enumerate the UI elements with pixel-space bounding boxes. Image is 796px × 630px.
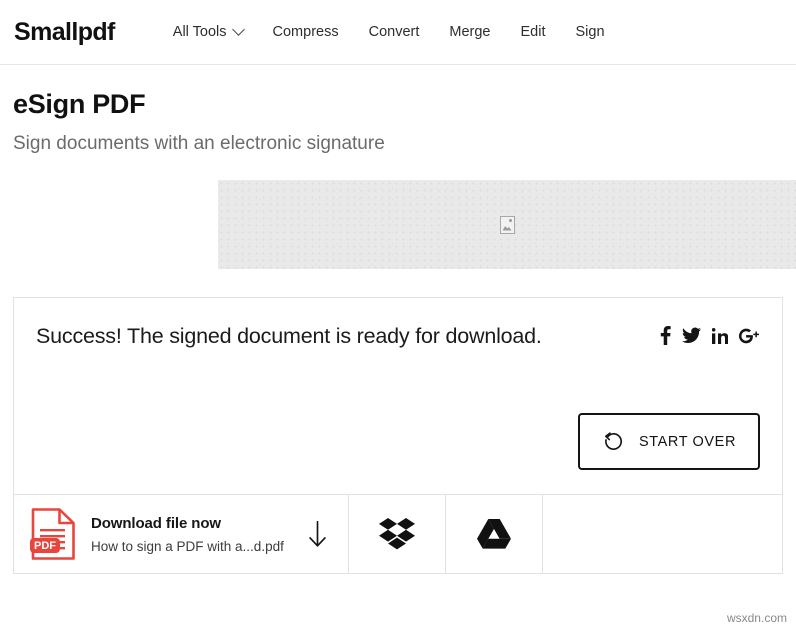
nav-item-label: Sign (575, 24, 605, 40)
ad-banner[interactable] (218, 180, 796, 269)
save-to-google-drive-button[interactable] (445, 495, 542, 573)
nav-item-edit[interactable]: Edit (520, 24, 545, 40)
download-row-spacer (542, 495, 782, 573)
download-filename: How to sign a PDF with a...d.pdf (91, 538, 284, 554)
page-title: eSign PDF (13, 89, 146, 119)
twitter-icon[interactable] (682, 327, 701, 344)
start-over-label: START OVER (638, 433, 737, 450)
facebook-icon[interactable] (660, 326, 671, 345)
arrow-down-icon (309, 520, 326, 547)
nav-item-label: Merge (449, 24, 491, 40)
nav-item-merge[interactable]: Merge (449, 24, 490, 40)
pdf-file-icon: PDF (30, 508, 75, 560)
save-to-dropbox-button[interactable] (348, 495, 445, 573)
svg-text:PDF: PDF (34, 540, 56, 552)
download-file-button[interactable]: PDF Download file now How to sign a PDF … (14, 495, 348, 573)
nav-item-convert[interactable]: Convert (369, 24, 420, 40)
success-message: Success! The signed document is ready fo… (36, 324, 542, 348)
nav-item-sign[interactable]: Sign (575, 24, 604, 40)
start-over-button[interactable]: START OVER (578, 413, 760, 470)
result-card: Success! The signed document is ready fo… (13, 297, 783, 574)
chevron-down-icon (231, 22, 245, 36)
broken-image-icon (499, 215, 515, 234)
download-title: Download file now (91, 514, 221, 532)
nav-item-label: Edit (520, 24, 546, 40)
nav-item-label: All Tools (172, 24, 227, 40)
linkedin-icon[interactable] (712, 327, 728, 344)
watermark: wsxdn.com (726, 611, 787, 625)
result-card-body: Success! The signed document is ready fo… (14, 298, 782, 494)
nav-item-label: Convert (368, 24, 420, 40)
main-nav: All Tools Compress Convert Merge Edit Si… (172, 22, 605, 40)
brand-logo[interactable]: Smallpdf (14, 18, 115, 47)
dropbox-icon (379, 518, 415, 550)
site-header: Smallpdf All Tools Compress Convert Merg… (0, 0, 796, 65)
nav-item-all-tools[interactable]: All Tools (172, 22, 245, 40)
download-text-block: Download file now How to sign a PDF with… (91, 515, 293, 554)
page-subtitle: Sign documents with an electronic signat… (13, 133, 385, 154)
google-drive-icon (477, 518, 511, 549)
download-row: PDF Download file now How to sign a PDF … (14, 494, 782, 573)
share-buttons (660, 326, 760, 345)
googleplus-icon[interactable] (739, 328, 760, 344)
ad-banner-container (0, 180, 796, 269)
nav-item-label: Compress (272, 24, 339, 40)
nav-item-compress[interactable]: Compress (273, 24, 339, 40)
rotate-left-icon (604, 432, 622, 450)
